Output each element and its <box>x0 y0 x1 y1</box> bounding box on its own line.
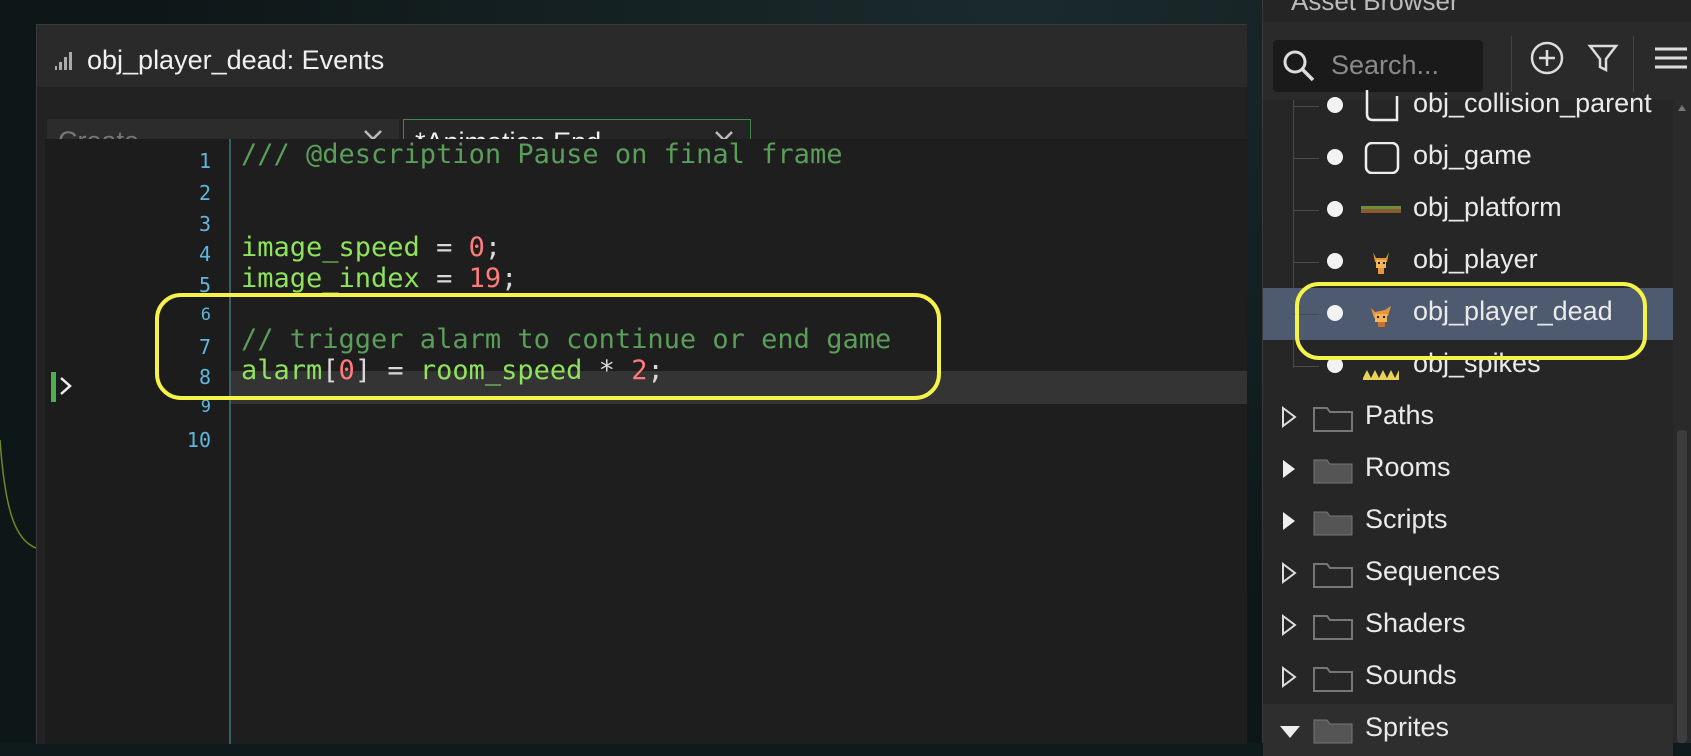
folder-filled-icon <box>1313 459 1353 484</box>
folder-name: Shaders <box>1365 608 1466 638</box>
add-asset-icon[interactable] <box>1529 40 1565 76</box>
fox-sprite-icon <box>1373 252 1389 274</box>
object-outline-icon <box>1365 90 1399 122</box>
folder-shaders[interactable]: Shaders <box>1263 600 1673 652</box>
code-token: image_speed <box>241 232 420 263</box>
asset-name: obj_player <box>1413 244 1538 274</box>
folder-filled-icon <box>1313 511 1353 536</box>
tree-guide-line <box>1293 262 1319 263</box>
expand-arrow-icon[interactable] <box>1281 458 1297 480</box>
code-line-1: /// @description Pause on final frame <box>241 139 843 170</box>
code-highlight-annotation <box>155 293 941 400</box>
code-token: image_index <box>241 263 420 294</box>
line-number-gutter: 1 2 3 4 5 6 7 8 9 10 <box>45 139 231 744</box>
filter-icon[interactable] <box>1585 40 1621 76</box>
asset-item-obj-collision-parent[interactable]: obj_collision_parent <box>1263 80 1673 132</box>
scroll-up-icon[interactable] <box>1677 104 1687 112</box>
code-token: ; <box>484 232 502 263</box>
search-placeholder: Search... <box>1331 50 1440 80</box>
object-outline-icon <box>1364 142 1400 174</box>
chevron-right-icon <box>60 377 72 395</box>
asset-tree: obj_collision_parent obj_game obj_platfo… <box>1263 88 1673 756</box>
line-number: 10 <box>186 428 211 452</box>
code-token: = <box>419 232 469 263</box>
asset-item-obj-game[interactable]: obj_game <box>1263 132 1673 184</box>
folder-rooms[interactable]: Rooms <box>1263 444 1673 496</box>
expand-arrow-icon[interactable] <box>1281 666 1297 688</box>
asset-browser-panel: Asset Browser Search... obj_collision_pa… <box>1262 0 1691 756</box>
line-number: 1 <box>198 149 211 173</box>
expand-arrow-icon[interactable] <box>1281 614 1297 636</box>
menu-icon[interactable] <box>1651 40 1687 76</box>
bullet-icon <box>1327 201 1343 217</box>
line-number: 3 <box>198 212 211 236</box>
asset-browser-title: Asset Browser <box>1291 0 1459 16</box>
search-icon <box>1283 50 1315 82</box>
folder-name: Sequences <box>1365 556 1501 586</box>
code-line-5: image_index = 19; <box>241 263 517 294</box>
code-token: = <box>419 263 469 294</box>
folder-sprites[interactable]: Sprites <box>1263 704 1673 756</box>
expand-arrow-icon[interactable] <box>1281 406 1297 428</box>
tree-guide-line <box>1293 366 1319 367</box>
tree-guide-line <box>1293 210 1319 211</box>
folder-name: Sounds <box>1365 660 1457 690</box>
window-title-bar[interactable]: obj_player_dead: Events <box>37 25 1247 88</box>
asset-item-obj-platform[interactable]: obj_platform <box>1263 184 1673 236</box>
bullet-icon <box>1327 253 1343 269</box>
asset-highlight-annotation <box>1295 282 1647 360</box>
folder-name: Paths <box>1365 400 1435 430</box>
code-editor[interactable]: 1 2 3 4 5 6 7 8 9 10 /// @description Pa… <box>45 139 1247 744</box>
line-number: 9 <box>200 397 211 417</box>
line-number: 4 <box>198 242 211 266</box>
folder-open-icon <box>1313 719 1353 744</box>
line-number: 2 <box>198 181 211 205</box>
folder-icon <box>1313 407 1353 432</box>
asset-tree-scrollbar[interactable] <box>1673 100 1691 743</box>
folder-sounds[interactable]: Sounds <box>1263 652 1673 704</box>
folder-paths[interactable]: Paths <box>1263 392 1673 444</box>
background-curve <box>0 439 37 549</box>
bullet-icon <box>1327 149 1343 165</box>
folder-icon <box>1313 615 1353 640</box>
tree-guide-line <box>1293 106 1319 107</box>
folder-name: Scripts <box>1365 504 1448 534</box>
code-line-4: image_speed = 0; <box>241 232 501 263</box>
code-token: 0 <box>468 232 485 263</box>
folder-icon <box>1313 667 1353 692</box>
current-line-marker <box>51 372 56 402</box>
asset-item-obj-player[interactable]: obj_player <box>1263 236 1673 288</box>
expand-arrow-icon[interactable] <box>1281 510 1297 532</box>
code-token: ; <box>501 263 518 294</box>
folder-scripts[interactable]: Scripts <box>1263 496 1673 548</box>
platform-sprite-icon <box>1361 206 1401 213</box>
code-token: 19 <box>468 263 502 294</box>
expand-arrow-icon[interactable] <box>1281 562 1297 584</box>
scrollbar-thumb[interactable] <box>1677 430 1687 743</box>
asset-name: obj_game <box>1413 140 1532 170</box>
window-title: obj_player_dead: Events <box>87 45 385 75</box>
collapse-arrow-icon[interactable] <box>1279 724 1301 740</box>
bullet-icon <box>1327 97 1343 113</box>
folder-name: Rooms <box>1365 452 1451 482</box>
asset-name: obj_platform <box>1413 192 1562 222</box>
folder-name: Sprites <box>1365 712 1450 742</box>
asset-name: obj_collision_parent <box>1413 88 1652 118</box>
resize-grip-icon[interactable] <box>55 52 73 70</box>
folder-icon <box>1313 563 1353 588</box>
folder-sequences[interactable]: Sequences <box>1263 548 1673 600</box>
tree-guide-line <box>1293 158 1319 159</box>
